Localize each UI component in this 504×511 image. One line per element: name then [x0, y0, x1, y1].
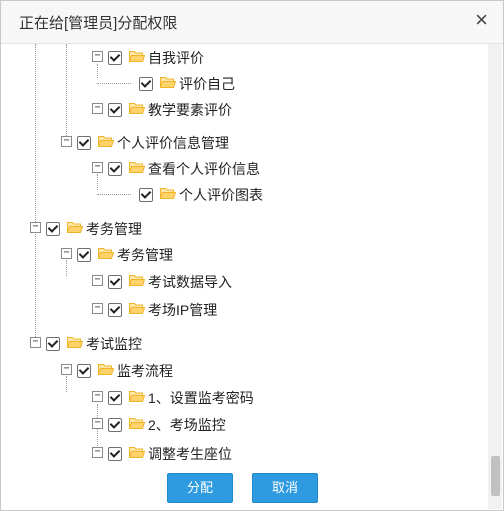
collapse-toggle-icon[interactable]: − — [92, 303, 103, 314]
tree-connector — [66, 376, 67, 392]
tree-node-label[interactable]: 考试数据导入 — [148, 272, 232, 292]
tree-node-label[interactable]: 个人评价图表 — [179, 185, 263, 205]
tree-node-label[interactable]: 2、考场监控 — [148, 415, 226, 435]
collapse-toggle-icon[interactable]: − — [92, 418, 103, 429]
collapse-toggle-icon[interactable]: − — [61, 248, 72, 259]
tree-node-label[interactable]: 评价自己 — [179, 74, 235, 94]
permission-checkbox[interactable] — [108, 51, 122, 65]
tree-connector — [97, 64, 98, 78]
tree-connector — [97, 83, 131, 84]
tree-connector — [97, 194, 131, 195]
folder-open-icon — [66, 221, 84, 234]
tree-connector — [35, 44, 36, 224]
permission-checkbox[interactable] — [108, 275, 122, 289]
tree-node-label[interactable]: 考务管理 — [86, 219, 142, 239]
collapse-toggle-icon[interactable]: − — [92, 51, 103, 62]
dialog-title: 正在给[管理员]分配权限 — [19, 15, 178, 32]
tree-node-label[interactable]: 考试监控 — [86, 334, 142, 354]
folder-open-icon — [128, 102, 146, 115]
cancel-button[interactable]: 取消 — [252, 473, 318, 503]
assign-button[interactable]: 分配 — [167, 473, 233, 503]
tree-connector — [66, 260, 67, 276]
folder-open-icon — [159, 187, 177, 200]
collapse-toggle-icon[interactable]: − — [30, 337, 41, 348]
folder-open-icon — [128, 50, 146, 63]
dialog-titlebar: 正在给[管理员]分配权限 × — [1, 1, 503, 44]
tree-connector — [97, 174, 98, 190]
permission-checkbox[interactable] — [108, 418, 122, 432]
tree-connector — [66, 44, 67, 138]
permission-checkbox[interactable] — [108, 303, 122, 317]
folder-open-icon — [159, 76, 177, 89]
collapse-toggle-icon[interactable]: − — [30, 222, 41, 233]
collapse-toggle-icon[interactable]: − — [92, 275, 103, 286]
tree-node-label[interactable]: 考场IP管理 — [148, 300, 217, 320]
permission-checkbox[interactable] — [46, 222, 60, 236]
permission-checkbox[interactable] — [139, 77, 153, 91]
permission-checkbox[interactable] — [77, 364, 91, 378]
permission-dialog: 正在给[管理员]分配权限 × − 自我评价评价自己 − 教学要素评价 − 个人评价信息管理… — [0, 0, 504, 511]
tree-connector — [35, 234, 36, 339]
tree-node-label[interactable]: 监考流程 — [117, 361, 173, 381]
folder-open-icon — [128, 161, 146, 174]
folder-open-icon — [128, 390, 146, 403]
folder-open-icon — [97, 363, 115, 376]
collapse-toggle-icon[interactable]: − — [61, 364, 72, 375]
permission-checkbox[interactable] — [108, 391, 122, 405]
permission-checkbox[interactable] — [46, 337, 60, 351]
permission-checkbox[interactable] — [108, 103, 122, 117]
close-icon[interactable]: × — [475, 9, 488, 31]
permission-checkbox[interactable] — [77, 136, 91, 150]
permission-checkbox[interactable] — [77, 248, 91, 262]
tree-node-label[interactable]: 个人评价信息管理 — [117, 133, 229, 153]
tree-node-label[interactable]: 考务管理 — [117, 245, 173, 265]
folder-open-icon — [128, 302, 146, 315]
folder-open-icon — [128, 274, 146, 287]
collapse-toggle-icon[interactable]: − — [92, 391, 103, 402]
permission-checkbox[interactable] — [139, 188, 153, 202]
permission-checkbox[interactable] — [108, 162, 122, 176]
tree-node-label[interactable]: 自我评价 — [148, 48, 204, 68]
dialog-footer: 分配 取消 — [1, 473, 503, 509]
tree-node-label[interactable]: 查看个人评价信息 — [148, 159, 260, 179]
tree-node-label[interactable]: 1、设置监考密码 — [148, 388, 254, 408]
collapse-toggle-icon[interactable]: − — [92, 447, 103, 458]
folder-open-icon — [97, 135, 115, 148]
scrollbar[interactable] — [488, 44, 502, 509]
tree-node-label[interactable]: 教学要素评价 — [148, 100, 232, 120]
collapse-toggle-icon[interactable]: − — [61, 136, 72, 147]
folder-open-icon — [128, 446, 146, 459]
collapse-toggle-icon[interactable]: − — [92, 103, 103, 114]
permission-checkbox[interactable] — [108, 447, 122, 461]
folder-open-icon — [128, 417, 146, 430]
tree-node-label[interactable]: 调整考生座位 — [148, 444, 232, 464]
folder-open-icon — [97, 247, 115, 260]
permission-tree: − 自我评价评价自己 − 教学要素评价 − 个人评价信息管理 − 查看个人评价信息个人评价图表… — [1, 44, 487, 466]
collapse-toggle-icon[interactable]: − — [92, 162, 103, 173]
folder-open-icon — [66, 336, 84, 349]
